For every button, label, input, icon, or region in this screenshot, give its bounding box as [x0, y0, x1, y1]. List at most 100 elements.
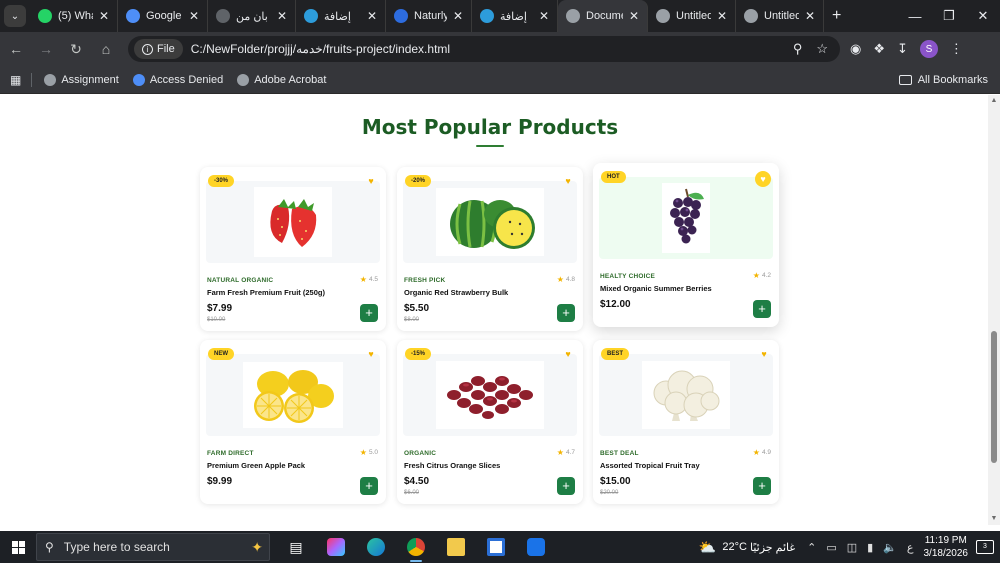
heart-icon[interactable]: ♥: [563, 349, 573, 359]
close-tab-icon[interactable]: ✕: [277, 9, 287, 23]
file-explorer-icon[interactable]: [436, 531, 476, 563]
download-icon[interactable]: ↧: [897, 41, 908, 57]
product-name[interactable]: Mixed Organic Summer Berries: [600, 284, 712, 293]
close-tab-icon[interactable]: ✕: [717, 9, 727, 23]
discount-badge: -15%: [405, 348, 432, 360]
section-title: Most Popular Products: [361, 115, 619, 139]
start-button[interactable]: [0, 540, 36, 554]
scroll-down-icon[interactable]: ▼: [990, 515, 998, 523]
camera-icon[interactable]: ◉: [850, 41, 861, 57]
product-name[interactable]: Assorted Tropical Fruit Tray: [600, 461, 700, 470]
product-card[interactable]: BEST ♥ BEST DEAL ★ 4.9 Assorted Tropical Frui…: [593, 340, 779, 504]
volume-icon[interactable]: 🔈: [883, 541, 897, 554]
arrow-right-icon: →: [39, 41, 53, 57]
input-language[interactable]: ع: [907, 541, 914, 554]
add-to-cart-button[interactable]: +: [360, 477, 378, 495]
heart-icon[interactable]: ♥: [563, 176, 573, 186]
outlook-icon[interactable]: [516, 531, 556, 563]
whatsapp-icon: [38, 9, 52, 23]
browser-tab[interactable]: Naturly ✕: [386, 0, 472, 32]
weather-description: غائم جزئيًا: [749, 541, 796, 554]
store-icon[interactable]: [476, 531, 516, 563]
home-button[interactable]: ⌂: [92, 35, 120, 63]
reload-button[interactable]: ↻: [62, 35, 90, 63]
apps-grid-icon[interactable]: ▦: [10, 73, 21, 87]
browser-tab[interactable]: (5) WhatsApp ✕: [30, 0, 118, 32]
chevron-up-icon[interactable]: ⌃: [807, 541, 816, 554]
chrome-icon[interactable]: [396, 531, 436, 563]
bookmark-item[interactable]: Access Denied: [132, 73, 224, 86]
browser-tab[interactable]: بان من ✕: [208, 0, 296, 32]
close-tab-icon[interactable]: ✕: [99, 9, 109, 23]
notification-center-icon[interactable]: 3: [976, 540, 994, 554]
task-view-icon[interactable]: ▤: [276, 531, 316, 563]
site-info-label: File: [157, 43, 175, 55]
page-scrollbar[interactable]: ▲ ▼: [988, 95, 1000, 525]
close-tab-icon[interactable]: ✕: [629, 9, 639, 23]
product-name[interactable]: Organic Red Strawberry Bulk: [404, 288, 508, 297]
bookmark-item[interactable]: Adobe Acrobat: [237, 73, 326, 86]
bookmark-label: Access Denied: [149, 73, 224, 86]
all-bookmarks-button[interactable]: All Bookmarks: [898, 74, 988, 86]
site-info-chip[interactable]: i File: [134, 39, 183, 59]
bookmark-item[interactable]: Assignment: [44, 73, 119, 86]
tab-search-button[interactable]: ⌄: [4, 5, 26, 27]
product-card[interactable]: -15% ♥ ORGANIC ★ 4.7 Fresh Citrus Orange Slic…: [397, 340, 583, 504]
close-tab-icon[interactable]: ✕: [189, 9, 199, 23]
browser-tab[interactable]: إضافة ✕: [472, 0, 558, 32]
close-window-icon[interactable]: ✕: [966, 0, 1000, 32]
profile-avatar[interactable]: S: [919, 40, 938, 58]
more-menu-icon[interactable]: ⋮: [950, 41, 963, 57]
product-card[interactable]: NEW ♥ FARM DIRECT ★ 5.0 Premium Green Apple P…: [200, 340, 386, 504]
extensions-icon[interactable]: ❖: [873, 41, 885, 57]
forward-button[interactable]: →: [32, 35, 60, 63]
edge-icon[interactable]: [356, 531, 396, 563]
add-to-cart-button[interactable]: +: [753, 300, 771, 318]
bookmark-star-icon[interactable]: ☆: [816, 41, 828, 57]
heart-icon[interactable]: ♥: [366, 176, 376, 186]
product-name[interactable]: Farm Fresh Premium Fruit (250g): [207, 288, 325, 297]
minimize-icon[interactable]: —: [898, 0, 932, 32]
taskbar-search-placeholder: Type here to search: [63, 540, 170, 554]
heart-icon[interactable]: ♥: [366, 349, 376, 359]
battery-icon[interactable]: ▮: [867, 541, 873, 554]
clock[interactable]: 11:19 PM 3/18/2026: [924, 534, 969, 560]
product-name[interactable]: Fresh Citrus Orange Slices: [404, 461, 500, 470]
taskbar-search[interactable]: ⚲ Type here to search ✦: [36, 533, 270, 561]
browser-tab[interactable]: إضافة ✕: [296, 0, 386, 32]
weather-widget[interactable]: ⛅ 22°C غائم جزئيًا: [699, 539, 795, 556]
heart-icon[interactable]: ♥: [759, 349, 769, 359]
back-button[interactable]: ←: [2, 35, 30, 63]
browser-tab[interactable]: Google Gemini ✕: [118, 0, 208, 32]
close-tab-icon[interactable]: ✕: [805, 9, 815, 23]
browser-tab[interactable]: Untitled ✕: [648, 0, 736, 32]
star-icon: ★: [359, 448, 367, 457]
zoom-icon[interactable]: ⚲: [793, 41, 803, 57]
close-tab-icon[interactable]: ✕: [367, 9, 377, 23]
add-to-cart-button[interactable]: +: [557, 477, 575, 495]
globe-icon: [744, 9, 758, 23]
product-name[interactable]: Premium Green Apple Pack: [207, 461, 305, 470]
product-card[interactable]: -30% ♥ NATURAL ORGANIC ★ 4.5 Farm Fresh Premi…: [200, 167, 386, 331]
new-tab-button[interactable]: +: [832, 7, 841, 25]
close-tab-icon[interactable]: ✕: [539, 9, 549, 23]
add-to-cart-button[interactable]: +: [557, 304, 575, 322]
add-to-cart-button[interactable]: +: [360, 304, 378, 322]
meet-icon[interactable]: ◫: [847, 541, 857, 554]
restore-icon[interactable]: ❐: [932, 0, 966, 32]
url-text[interactable]: C:/NewFolder/projjj/خدمه/fruits-project/…: [191, 42, 793, 56]
globe-icon: [44, 73, 57, 86]
browser-tab[interactable]: Untitled ✕: [736, 0, 824, 32]
close-tab-icon[interactable]: ✕: [453, 9, 463, 23]
cauliflower-image: [642, 361, 730, 429]
copilot-icon[interactable]: [316, 531, 356, 563]
network-icon[interactable]: ▭: [826, 541, 836, 554]
add-to-cart-button[interactable]: +: [753, 477, 771, 495]
address-bar[interactable]: i File C:/NewFolder/projjj/خدمه/fruits-p…: [128, 36, 840, 62]
scroll-up-icon[interactable]: ▲: [990, 97, 998, 105]
product-card[interactable]: -20% ♥ FRESH PICK ★ 4.8 Organic Red Strawberr…: [397, 167, 583, 331]
heart-icon[interactable]: ♥: [755, 171, 771, 187]
scroll-thumb[interactable]: [991, 331, 997, 463]
product-card[interactable]: HOT ♥ HEALTY CHOICE ★ 4.2 Mixed Organic Summe…: [593, 163, 779, 327]
browser-tab[interactable]: Document ✕: [558, 0, 648, 32]
